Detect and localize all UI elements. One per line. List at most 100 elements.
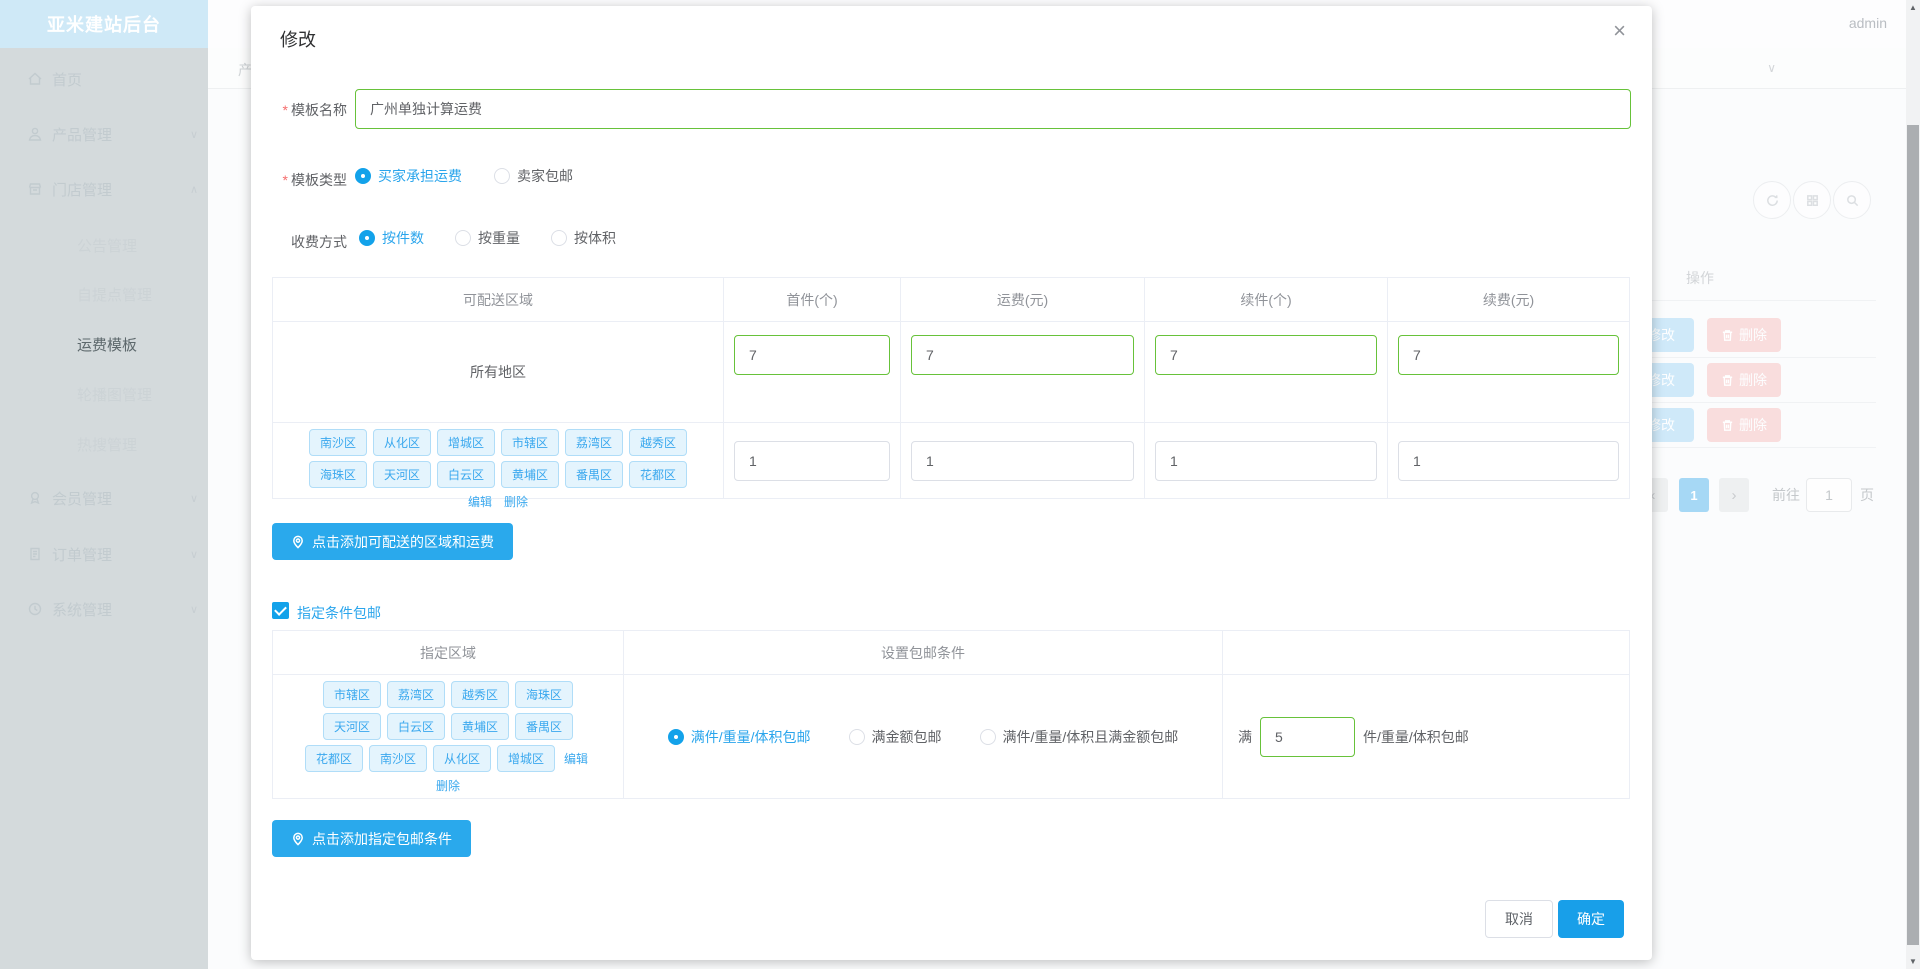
pagination-goto-input[interactable] xyxy=(1806,478,1852,512)
scroll-up-arrow[interactable]: ▲ xyxy=(1906,3,1920,12)
district-tag[interactable]: 花都区 xyxy=(629,461,688,488)
radio-selected-icon xyxy=(359,230,375,246)
sidebar-item-shipping-templates[interactable]: 运费模板 xyxy=(0,333,208,355)
district-tag[interactable]: 海珠区 xyxy=(308,461,367,488)
radio-buyer-pays[interactable]: 买家承担运费 xyxy=(355,166,462,186)
home-icon xyxy=(27,71,43,87)
additional-count-input[interactable] xyxy=(1155,440,1377,481)
district-tag[interactable]: 番禺区 xyxy=(565,461,624,488)
district-tag[interactable]: 花都区 xyxy=(304,745,363,772)
table-divider xyxy=(1652,300,1876,301)
sidebar-item-products[interactable]: 产品管理 ∨ xyxy=(0,123,208,145)
row-delete-button[interactable]: 删除 xyxy=(1707,363,1781,397)
district-tag[interactable]: 越秀区 xyxy=(451,681,510,708)
partial-background-text: 产 xyxy=(238,62,252,78)
additional-fee-input[interactable] xyxy=(1398,440,1619,481)
radio-icon xyxy=(979,728,996,745)
radio-free-by-amount[interactable]: 满金额包邮 xyxy=(848,727,942,747)
additional-fee-input[interactable] xyxy=(1398,335,1619,375)
district-tag[interactable]: 增城区 xyxy=(436,429,495,456)
radio-by-count[interactable]: 按件数 xyxy=(359,228,424,248)
district-tag[interactable]: 番禺区 xyxy=(515,713,574,740)
district-tag[interactable]: 荔湾区 xyxy=(386,681,445,708)
district-tag[interactable]: 市辖区 xyxy=(322,681,381,708)
conditional-free-checkbox[interactable] xyxy=(272,602,289,619)
district-tag[interactable]: 天河区 xyxy=(372,461,431,488)
sidebar-item-carousel[interactable]: 轮播图管理 xyxy=(0,383,208,405)
free-shipping-table: 指定区域 设置包邮条件 市辖区 荔湾区 越秀区 海珠区 天河区 白云区 黄埔区 番禺区 花都区南… xyxy=(272,630,1630,799)
radio-by-volume[interactable]: 按体积 xyxy=(551,228,616,248)
confirm-button[interactable]: 确定 xyxy=(1558,900,1624,938)
conditional-free-label[interactable]: 指定条件包邮 xyxy=(297,603,381,623)
first-fee-input[interactable] xyxy=(911,440,1134,481)
edit-link[interactable]: 编辑 xyxy=(564,750,588,767)
pagination-page-unit: 页 xyxy=(1860,487,1874,503)
edit-link[interactable]: 编辑 xyxy=(468,493,492,510)
columns-button[interactable] xyxy=(1793,181,1831,219)
district-tag[interactable]: 从化区 xyxy=(372,429,431,456)
add-condition-button[interactable]: 点击添加指定包邮条件 xyxy=(272,820,471,857)
first-count-input[interactable] xyxy=(734,335,890,375)
required-asterisk: * xyxy=(282,102,288,118)
district-tag[interactable]: 南沙区 xyxy=(308,429,367,456)
trash-icon xyxy=(1722,374,1733,386)
shipping-fee-table: 可配送区域 首件(个) 运费(元) 续件(个) 续费(元) 所有地区 南沙区从化… xyxy=(272,277,1630,509)
first-fee-input[interactable] xyxy=(911,335,1134,375)
dialog-title: 修改 xyxy=(280,30,316,50)
district-tag[interactable]: 黄埔区 xyxy=(451,713,510,740)
sidebar-item-announcements[interactable]: 公告管理 xyxy=(0,234,208,256)
search-button[interactable] xyxy=(1833,181,1871,219)
sidebar-item-stores[interactable]: 门店管理 ∧ xyxy=(0,178,208,200)
sidebar: 亚米建站后台 首页 产品管理 ∨ 门店管理 ∧ 公告管理 自提点管理 运费模板 … xyxy=(0,0,208,969)
district-tag[interactable]: 黄埔区 xyxy=(501,461,560,488)
district-tag[interactable]: 白云区 xyxy=(386,713,445,740)
pagination-next-button[interactable]: › xyxy=(1719,478,1749,512)
col-header-additional-fee: 续费(元) xyxy=(1388,278,1629,322)
radio-by-weight[interactable]: 按重量 xyxy=(455,228,520,248)
ops-column-header: 操作 xyxy=(1686,270,1714,286)
pagination-page-1[interactable]: 1 xyxy=(1679,478,1709,512)
sidebar-item-hot-search[interactable]: 热搜管理 xyxy=(0,433,208,455)
sidebar-item-members[interactable]: 会员管理 ∨ xyxy=(0,487,208,509)
scroll-down-arrow[interactable]: ▼ xyxy=(1906,957,1920,966)
radio-selected-icon xyxy=(355,168,371,184)
radio-free-by-quantity[interactable]: 满件/重量/体积包邮 xyxy=(667,727,811,747)
district-tag[interactable]: 增城区 xyxy=(497,745,556,772)
radio-free-by-quantity-and-amount[interactable]: 满件/重量/体积且满金额包邮 xyxy=(979,727,1178,747)
refresh-icon xyxy=(1766,194,1778,206)
chevron-down-icon[interactable]: ∨ xyxy=(1767,61,1776,75)
sidebar-item-system[interactable]: 系统管理 ∨ xyxy=(0,598,208,620)
delete-link[interactable]: 删除 xyxy=(504,493,528,510)
district-tag[interactable]: 荔湾区 xyxy=(565,429,624,456)
district-tag[interactable]: 白云区 xyxy=(436,461,495,488)
template-name-input[interactable] xyxy=(355,89,1631,129)
district-tag[interactable]: 海珠区 xyxy=(515,681,574,708)
district-tag[interactable]: 从化区 xyxy=(432,745,491,772)
threshold-input[interactable] xyxy=(1260,716,1355,757)
refresh-button[interactable] xyxy=(1753,181,1791,219)
row-delete-button[interactable]: 删除 xyxy=(1707,318,1781,352)
page-scrollbar-thumb[interactable] xyxy=(1907,125,1919,945)
cancel-button[interactable]: 取消 xyxy=(1485,900,1553,938)
region-all-cell: 所有地区 xyxy=(273,322,724,423)
additional-count-input[interactable] xyxy=(1155,335,1377,375)
district-tag[interactable]: 南沙区 xyxy=(368,745,427,772)
username-label[interactable]: admin xyxy=(1849,15,1887,31)
sidebar-item-orders[interactable]: 订单管理 ∨ xyxy=(0,543,208,565)
threshold-suffix: 件/重量/体积包邮 xyxy=(1363,728,1469,745)
district-tags-cell: 南沙区 从化区 增城区 市辖区 荔湾区 越秀区海珠区 天河区 白云区 黄埔区 番禺区 花都区编辑 删… xyxy=(273,423,724,509)
sidebar-item-home[interactable]: 首页 xyxy=(0,68,208,90)
district-tag[interactable]: 天河区 xyxy=(322,713,381,740)
sidebar-item-pickup-points[interactable]: 自提点管理 xyxy=(0,283,208,305)
close-icon[interactable]: × xyxy=(1613,20,1626,42)
badge-icon xyxy=(27,490,43,506)
district-tag[interactable]: 越秀区 xyxy=(629,429,688,456)
radio-seller-free[interactable]: 卖家包邮 xyxy=(494,166,573,186)
add-region-button[interactable]: 点击添加可配送的区域和运费 xyxy=(272,523,513,560)
row-delete-button[interactable]: 删除 xyxy=(1707,408,1781,442)
district-tag[interactable]: 市辖区 xyxy=(501,429,560,456)
col-header-empty xyxy=(1223,631,1629,675)
grid-icon xyxy=(1806,194,1818,206)
delete-link[interactable]: 删除 xyxy=(436,777,460,794)
first-count-input[interactable] xyxy=(734,440,890,481)
